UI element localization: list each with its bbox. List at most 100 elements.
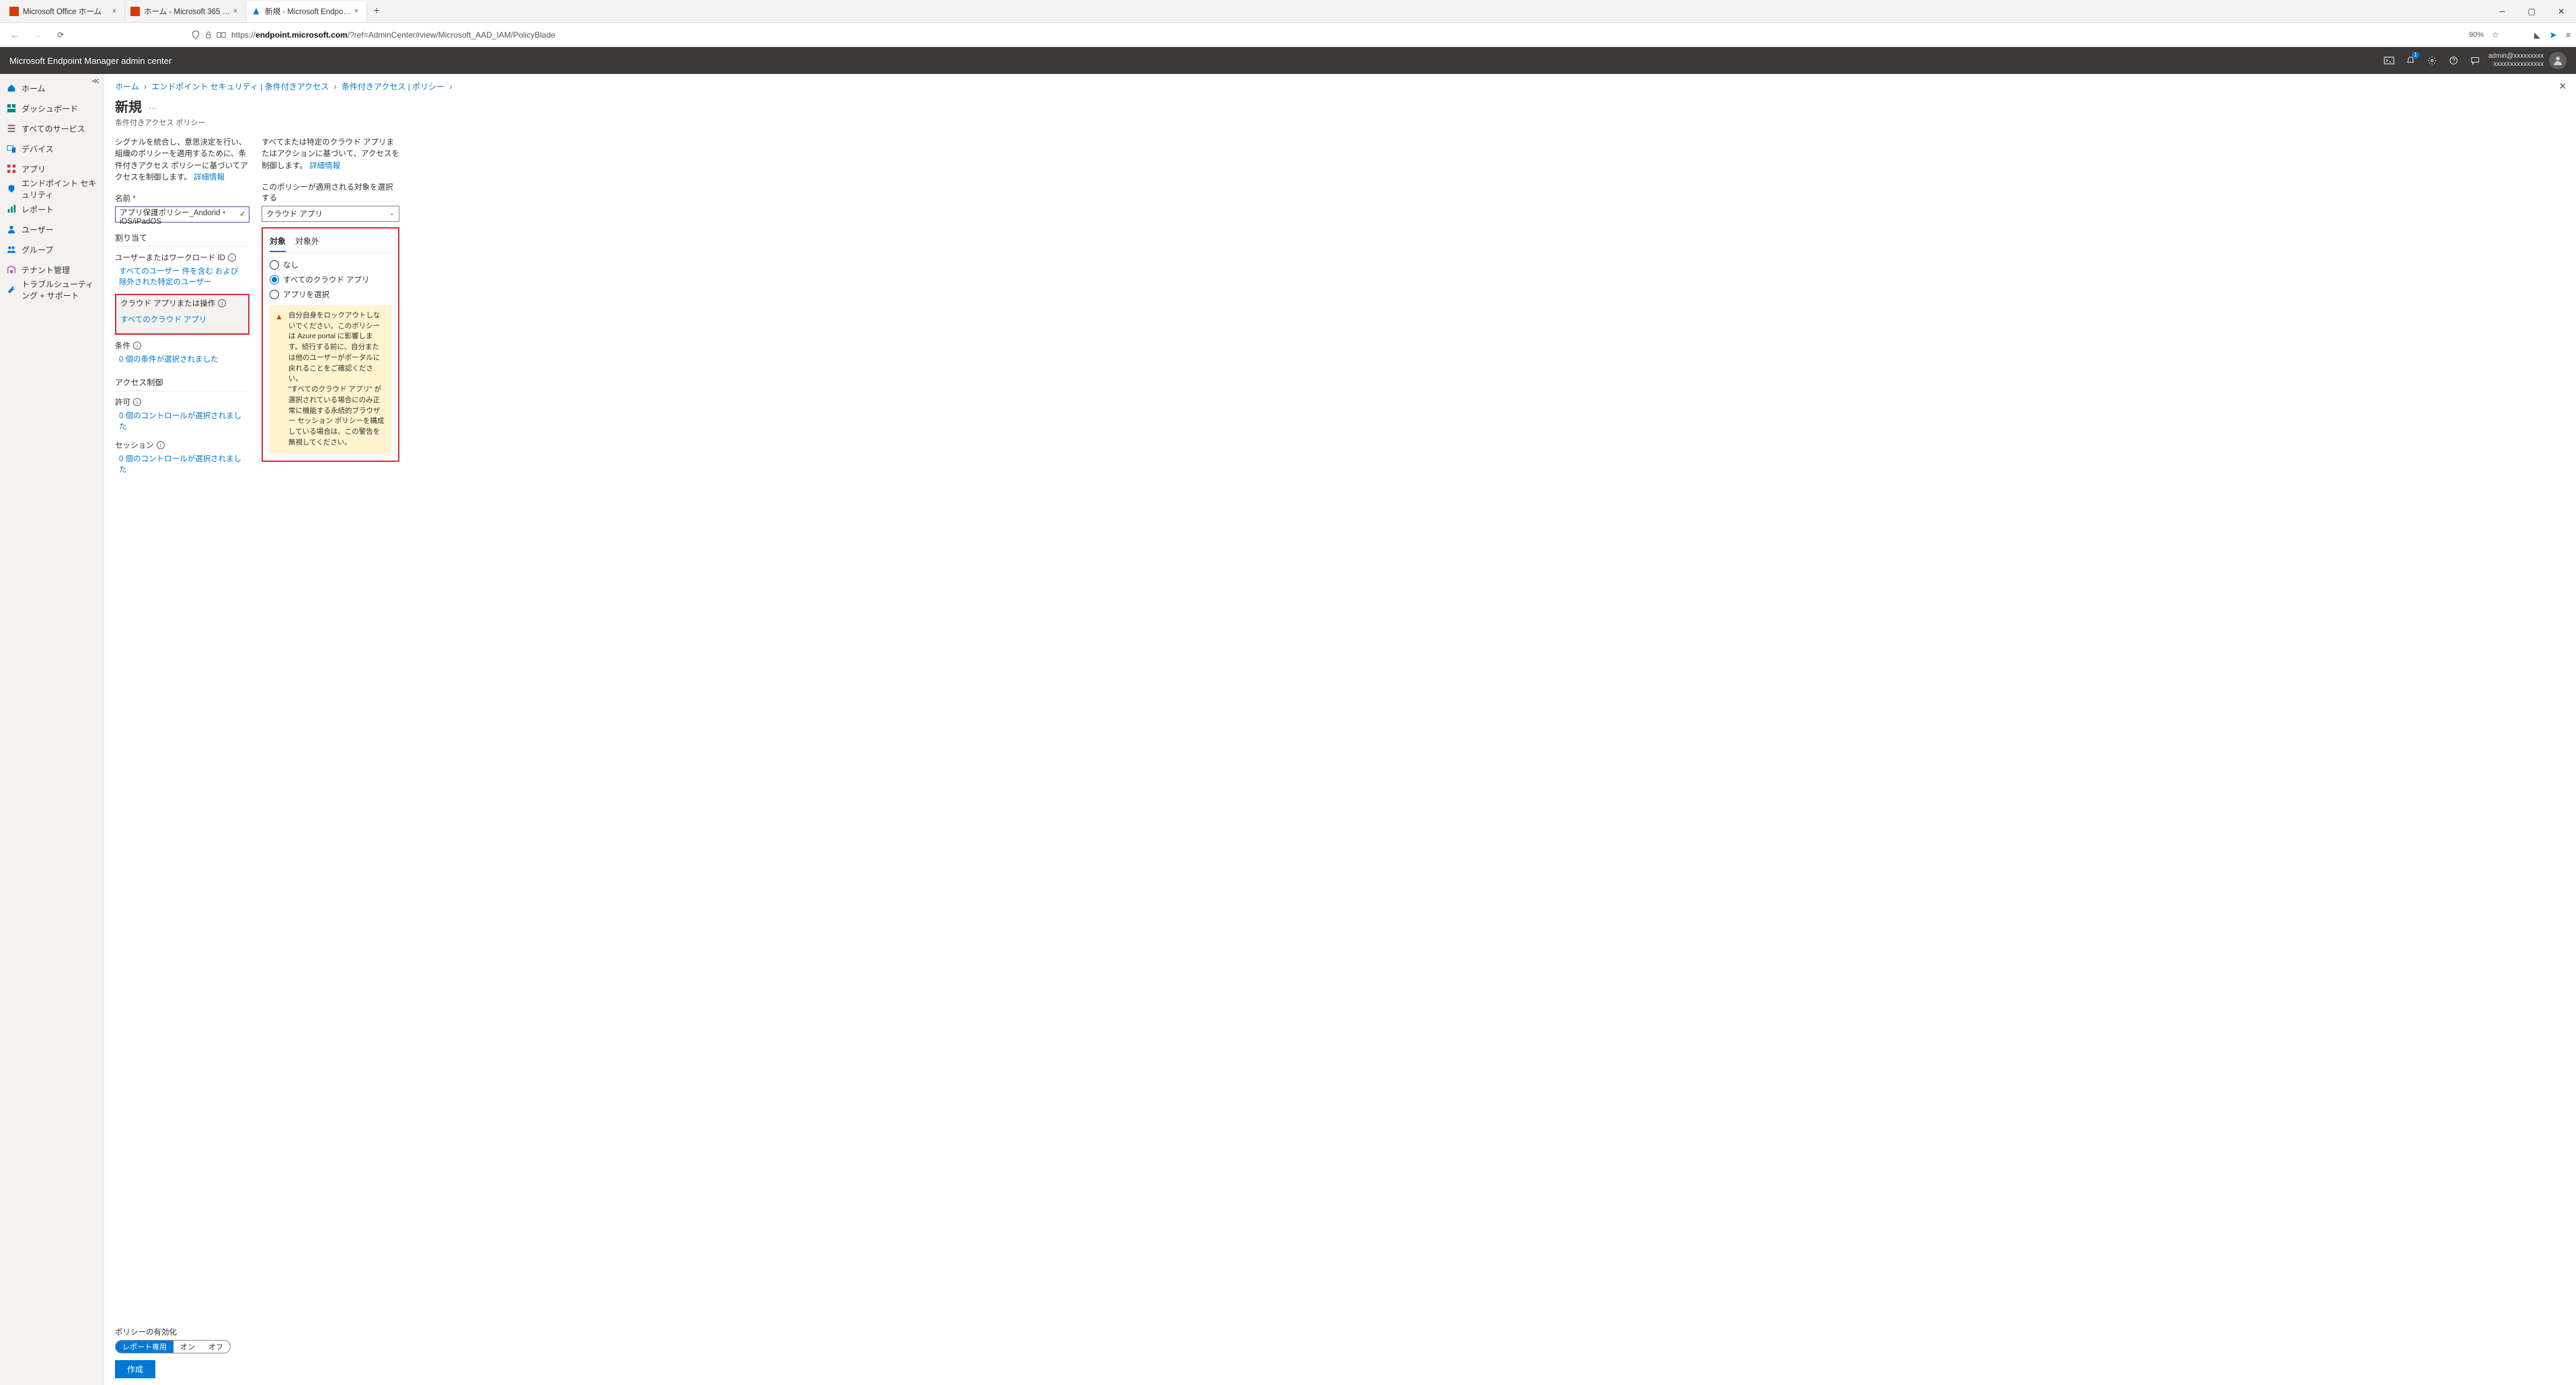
include-exclude-tabs: 対象 対象外 <box>270 235 391 253</box>
shield-icon <box>7 184 16 194</box>
chevron-down-icon: ⌄ <box>389 210 395 217</box>
tab-exclude[interactable]: 対象外 <box>295 235 319 252</box>
radio-icon <box>270 260 279 270</box>
nav-tenant-admin[interactable]: テナント管理 <box>0 260 104 280</box>
close-icon[interactable]: × <box>110 7 119 15</box>
enable-policy-toggle[interactable]: レポート専用 オン オフ <box>115 1340 231 1353</box>
cloud-shell-icon[interactable] <box>2382 54 2396 67</box>
users-icon <box>7 225 16 234</box>
radio-none[interactable]: なし <box>270 260 391 270</box>
minimize-button[interactable]: ─ <box>2487 0 2517 23</box>
forward-button[interactable]: → <box>28 26 47 44</box>
users-value-link[interactable]: すべてのユーザー 件を含む および 除外された特定のユーザー <box>115 263 249 290</box>
target-dropdown[interactable]: クラウド アプリ ⌄ <box>262 206 399 222</box>
create-button[interactable]: 作成 <box>115 1360 155 1378</box>
breadcrumb-link[interactable]: 条件付きアクセス | ポリシー <box>342 82 444 91</box>
target-label: このポリシーが適用される対象を選択する <box>262 182 399 203</box>
toggle-report-only[interactable]: レポート専用 <box>116 1341 173 1353</box>
url-field[interactable]: https://endpoint.microsoft.com/?ref=Admi… <box>186 26 2461 44</box>
policy-form-right: すべてまたは特定のクラウド アプリまたはアクションに基づいて、アクセスを制御しま… <box>262 137 399 477</box>
flow-icon[interactable]: ➤ <box>2550 30 2557 40</box>
site-identity[interactable] <box>191 30 226 40</box>
name-label: 名前 * <box>115 193 249 204</box>
nav-endpoint-security[interactable]: エンドポイント セキュリティ <box>0 179 104 199</box>
avatar[interactable] <box>2549 52 2567 69</box>
session-value-link[interactable]: 0 個のコントロールが選択されました <box>115 450 249 477</box>
address-bar: ← → ⟳ https://endpoint.microsoft.com/?re… <box>0 23 2576 47</box>
browser-tab-active[interactable]: 新規 - Microsoft Endpoint Man × <box>246 1 367 22</box>
learn-more-link[interactable]: 詳細情報 <box>194 173 225 182</box>
info-icon[interactable]: i <box>133 398 141 406</box>
toggle-on[interactable]: オン <box>173 1341 202 1353</box>
bookmark-icon[interactable]: ☆ <box>2492 30 2499 40</box>
dashboard-icon <box>7 104 16 113</box>
nav-home[interactable]: ホーム <box>0 78 104 98</box>
nav-users[interactable]: ユーザー <box>0 219 104 239</box>
notifications-icon[interactable]: 1 <box>2404 54 2417 67</box>
m365-favicon <box>130 7 140 16</box>
zoom-level[interactable]: 90% <box>2469 31 2484 39</box>
nav-dashboard[interactable]: ダッシュボード <box>0 98 104 118</box>
maximize-button[interactable]: ▢ <box>2517 0 2546 23</box>
more-icon[interactable]: … <box>149 102 157 111</box>
nav-troubleshoot[interactable]: トラブルシューティング + サポート <box>0 280 104 300</box>
lock-icon <box>204 31 212 39</box>
menu-icon[interactable]: ≡ <box>2566 30 2571 40</box>
notification-badge: 1 <box>2412 52 2419 58</box>
feedback-icon[interactable] <box>2468 54 2482 67</box>
radio-select-apps[interactable]: アプリを選択 <box>270 289 391 300</box>
info-icon[interactable]: i <box>228 253 236 262</box>
window-controls: ─ ▢ ✕ <box>2487 0 2576 23</box>
info-icon[interactable]: i <box>218 299 226 307</box>
grant-value-link[interactable]: 0 個のコントロールが選択されました <box>115 407 249 434</box>
azure-favicon <box>251 7 261 16</box>
office-favicon <box>9 7 19 16</box>
pocket-icon[interactable]: ◣ <box>2534 30 2540 40</box>
shield-icon <box>191 30 200 40</box>
policy-name-input[interactable]: アプリ保護ポリシー_Andorid・iOS/iPadOS ✓ <box>115 206 249 223</box>
access-control-heading: アクセス制御 <box>115 377 249 391</box>
user-account[interactable]: admin@xxxxxxxxx xxxxxxxxxxxxxxx <box>2489 52 2544 69</box>
radio-all-cloud-apps[interactable]: すべてのクラウド アプリ <box>270 274 391 285</box>
policy-form-left: シグナルを統合し、意思決定を行い、組織のポリシーを適用するために、条件付きアクセ… <box>115 137 249 477</box>
conditions-value-link[interactable]: 0 個の条件が選択されました <box>115 351 249 367</box>
info-icon[interactable]: i <box>157 441 165 449</box>
nav-devices[interactable]: デバイス <box>0 138 104 159</box>
help-icon[interactable]: ? <box>2447 54 2460 67</box>
users-label: ユーザーまたはワークロード ID i <box>115 252 249 263</box>
collapse-nav-icon[interactable]: ≪ <box>91 77 100 85</box>
close-icon[interactable]: × <box>231 7 240 15</box>
breadcrumb-link[interactable]: ホーム <box>115 82 139 91</box>
nav-reports[interactable]: レポート <box>0 199 104 219</box>
nav-all-services[interactable]: すべてのサービス <box>0 118 104 138</box>
session-label: セッション i <box>115 440 249 450</box>
info-icon[interactable]: i <box>133 342 141 350</box>
toggle-off[interactable]: オフ <box>202 1341 230 1353</box>
reports-icon <box>7 204 16 214</box>
close-blade-icon[interactable]: ✕ <box>2559 81 2567 92</box>
include-exclude-highlight: 対象 対象外 なし すべてのクラウド アプリ アプリを選択 <box>262 227 399 462</box>
browser-tab[interactable]: ホーム - Microsoft 365 管理センタ × <box>125 1 246 22</box>
settings-icon[interactable] <box>2425 54 2439 67</box>
breadcrumb-link[interactable]: エンドポイント セキュリティ | 条件付きアクセス <box>151 82 329 91</box>
close-window-button[interactable]: ✕ <box>2546 0 2576 23</box>
permissions-icon <box>217 30 226 40</box>
cloud-apps-value-link[interactable]: すべてのクラウド アプリ <box>120 311 244 327</box>
breadcrumb: ホーム › エンドポイント セキュリティ | 条件付きアクセス › 条件付きアク… <box>115 81 2565 92</box>
enable-policy-label: ポリシーの有効化 <box>115 1327 231 1337</box>
new-tab-button[interactable]: + <box>367 5 386 17</box>
browser-tab[interactable]: Microsoft Office ホーム × <box>4 1 125 22</box>
reload-button[interactable]: ⟳ <box>51 26 70 44</box>
url-text: https://endpoint.microsoft.com/?ref=Admi… <box>231 30 555 40</box>
page-subtitle: 条件付きアクセス ポリシー <box>115 117 2565 128</box>
wrench-icon <box>7 285 16 294</box>
back-button[interactable]: ← <box>5 26 24 44</box>
devices-icon <box>7 144 16 153</box>
close-icon[interactable]: × <box>352 7 361 15</box>
learn-more-link[interactable]: 詳細情報 <box>309 162 340 170</box>
page-title: 新規 <box>115 96 142 116</box>
nav-apps[interactable]: アプリ <box>0 159 104 179</box>
nav-groups[interactable]: グループ <box>0 239 104 260</box>
tab-include[interactable]: 対象 <box>270 235 286 252</box>
home-icon <box>7 83 16 93</box>
